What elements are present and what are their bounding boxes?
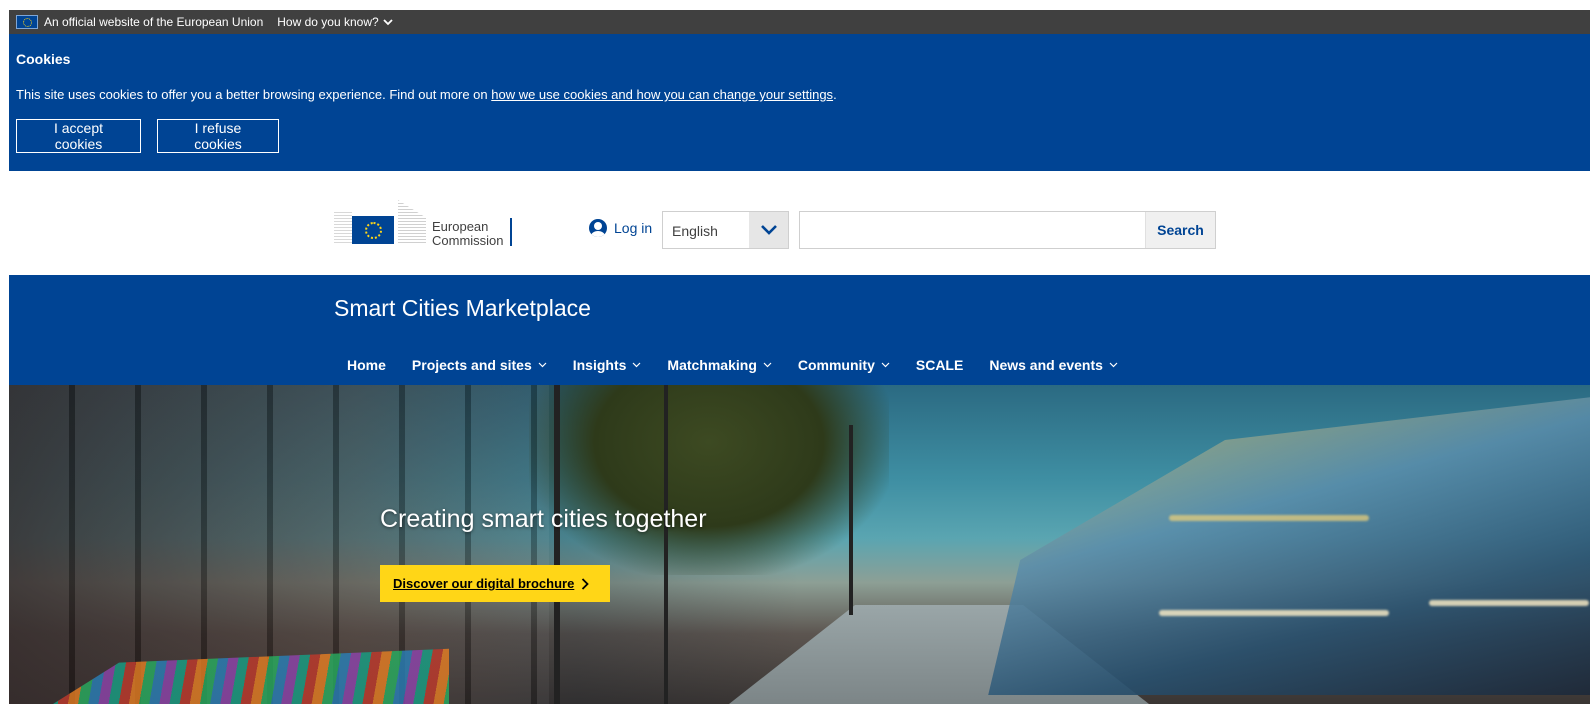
chevron-down-icon: [763, 362, 772, 368]
nav-label: News and events: [989, 357, 1103, 373]
site-banner: Smart Cities Marketplace Home Projects a…: [9, 275, 1590, 385]
nav-label: Projects and sites: [411, 357, 532, 373]
chevron-down-icon: [538, 362, 547, 368]
nav-label: Insights: [572, 357, 627, 373]
logo-text-line1: European: [432, 219, 489, 234]
refuse-cookies-button[interactable]: I refuse cookies: [157, 119, 279, 153]
chevron-down-icon: [383, 19, 393, 26]
eu-flag-icon: [352, 216, 394, 244]
login-link[interactable]: Log in: [589, 219, 652, 237]
official-website-text: An official website of the European Unio…: [44, 15, 264, 29]
hero-image-trees: [529, 385, 889, 575]
logo-text-line2: Commission: [432, 233, 504, 248]
search-input[interactable]: [800, 212, 1146, 248]
nav-label: Matchmaking: [667, 357, 757, 373]
user-icon: [589, 219, 607, 237]
chevron-down-icon: [1109, 362, 1118, 368]
hero-image-light-streak: [1159, 610, 1389, 616]
hero-banner: Creating smart cities together Discover …: [9, 385, 1590, 704]
site-header: European Commission Log in English Searc…: [9, 171, 1590, 275]
eu-flag-icon: [16, 15, 38, 29]
cookie-text-after: .: [833, 87, 837, 102]
nav-label: Community: [797, 357, 875, 373]
chevron-down-icon: [881, 362, 890, 368]
cookie-policy-link[interactable]: how we use cookies and how you can chang…: [491, 87, 833, 102]
cookie-banner: Cookies This site uses cookies to offer …: [9, 34, 1590, 171]
nav-item-scale[interactable]: SCALE: [903, 355, 976, 375]
hero-image-light-streak: [1169, 515, 1369, 521]
hero-image-pole: [849, 425, 853, 615]
language-select[interactable]: English: [662, 211, 789, 249]
chevron-right-icon: [582, 577, 590, 590]
nav-item-insights[interactable]: Insights: [560, 355, 655, 375]
site-title[interactable]: Smart Cities Marketplace: [334, 295, 591, 322]
cookie-title: Cookies: [16, 51, 71, 67]
login-label: Log in: [614, 220, 653, 236]
hero-image-moving-bus: [988, 395, 1590, 695]
accept-cookies-button[interactable]: I accept cookies: [16, 119, 141, 153]
hero-image-pole: [664, 385, 668, 704]
nav-label: Home: [347, 357, 386, 373]
how-do-you-know-label: How do you know?: [277, 15, 379, 29]
language-dropdown-arrow[interactable]: [749, 212, 788, 248]
nav-item-news-and-events[interactable]: News and events: [976, 355, 1131, 375]
nav-item-community[interactable]: Community: [785, 355, 903, 375]
page: An official website of the European Unio…: [9, 10, 1590, 704]
chevron-down-icon: [632, 362, 641, 368]
nav-label: SCALE: [915, 357, 964, 373]
search-form: Search: [799, 211, 1216, 249]
cookie-text: This site uses cookies to offer you a be…: [16, 87, 837, 102]
chevron-down-icon: [760, 225, 777, 235]
digital-brochure-button[interactable]: Discover our digital brochure: [380, 565, 610, 602]
how-do-you-know-toggle[interactable]: How do you know?: [277, 15, 393, 29]
european-commission-logo[interactable]: European Commission: [334, 198, 514, 248]
nav-item-projects-and-sites[interactable]: Projects and sites: [399, 355, 560, 375]
nav-item-home[interactable]: Home: [334, 355, 399, 375]
nav-item-matchmaking[interactable]: Matchmaking: [654, 355, 784, 375]
language-selected: English: [672, 223, 718, 239]
cookie-text-before: This site uses cookies to offer you a be…: [16, 87, 492, 102]
main-navigation: Home Projects and sites Insights Matchma…: [334, 355, 1131, 375]
eu-official-bar: An official website of the European Unio…: [9, 10, 1590, 34]
search-button[interactable]: Search: [1145, 212, 1215, 248]
hero-image-pole: [554, 385, 560, 704]
cta-label: Discover our digital brochure: [393, 576, 575, 591]
hero-heading: Creating smart cities together: [380, 505, 707, 533]
hero-image-light-streak: [1429, 600, 1589, 606]
